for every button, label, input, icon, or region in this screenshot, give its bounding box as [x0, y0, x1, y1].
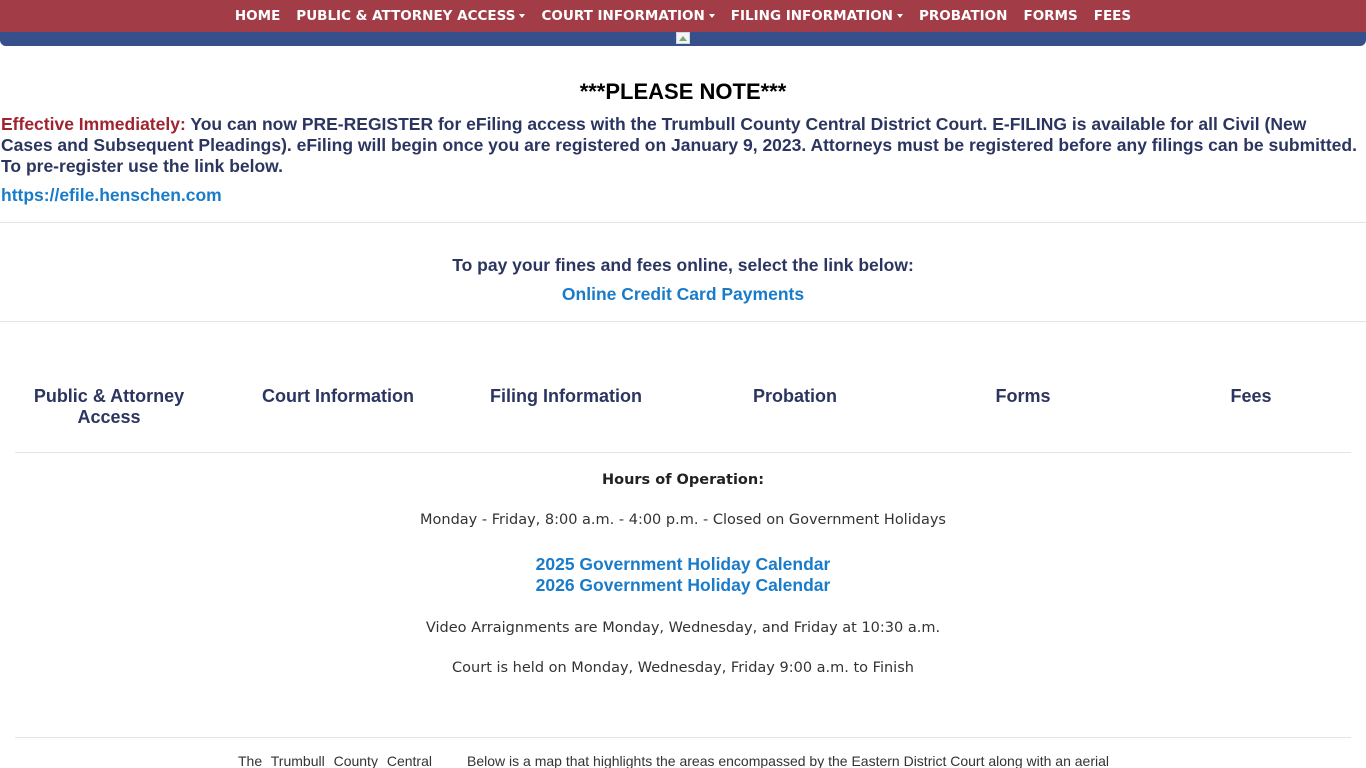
nav-fees[interactable]: FEES [1086, 8, 1139, 24]
notice-title: ***PLEASE NOTE*** [579, 79, 787, 104]
divider [15, 737, 1351, 738]
nav-public-attorney-access[interactable]: PUBLIC & ATTORNEY ACCESS [288, 8, 533, 24]
hours-text: Monday - Friday, 8:00 a.m. - 4:00 p.m. -… [420, 512, 946, 528]
court-schedule-info: Court is held on Monday, Wednesday, Frid… [452, 660, 914, 676]
map-description-text: Below is a map that highlights the areas… [467, 753, 1110, 768]
holiday-calendar-2026-row: 2026 Government Holiday Calendar [0, 575, 1366, 596]
nav-probation[interactable]: PROBATION [911, 8, 1015, 24]
header-banner [0, 32, 1366, 46]
quick-link-forms[interactable]: Forms [923, 386, 1123, 407]
quick-link-filing-information[interactable]: Filing Information [466, 386, 666, 407]
holiday-calendar-2025-link[interactable]: 2025 Government Holiday Calendar [536, 554, 831, 574]
caret-down-icon [897, 14, 903, 18]
notice-body: Effective Immediately: You can now PRE-R… [1, 114, 1361, 177]
holiday-calendar-2025-row: 2025 Government Holiday Calendar [0, 554, 1366, 575]
nav-court-information[interactable]: COURT INFORMATION [533, 8, 722, 24]
divider [15, 452, 1351, 453]
top-navigation: HOME PUBLIC & ATTORNEY ACCESS COURT INFO… [0, 0, 1366, 32]
arraignment-info: Video Arraignments are Monday, Wednesday… [425, 620, 941, 636]
nav-forms[interactable]: FORMS [1015, 8, 1085, 24]
payment-text: To pay your fines and fees online, selec… [452, 255, 914, 275]
online-payment-link-text[interactable]: Online Credit Card Payments [562, 284, 804, 304]
caret-down-icon [708, 14, 715, 18]
nav-home[interactable]: HOME [227, 8, 288, 24]
divider [0, 321, 1366, 322]
online-payment-link: Online Credit Card Payments [0, 284, 1366, 305]
holiday-calendar-2026-link[interactable]: 2026 Government Holiday Calendar [536, 575, 831, 595]
effective-label: Effective Immediately: [1, 114, 186, 134]
quick-link-public-attorney-access[interactable]: Public & Attorney Access [9, 386, 209, 428]
quick-link-court-information[interactable]: Court Information [238, 386, 438, 407]
caret-down-icon [519, 14, 526, 18]
divider [0, 222, 1366, 223]
hours-title: Hours of Operation: [601, 472, 765, 488]
broken-image-icon [676, 32, 690, 44]
nav-filing-information[interactable]: FILING INFORMATION [723, 8, 911, 24]
quick-link-fees[interactable]: Fees [1151, 386, 1351, 407]
court-description-text: The Trumbull County Central [238, 753, 432, 768]
notice-text: You can now PRE-REGISTER for eFiling acc… [1, 114, 1357, 176]
efile-link[interactable]: https://efile.henschen.com [1, 185, 222, 206]
quick-link-probation[interactable]: Probation [695, 386, 895, 407]
